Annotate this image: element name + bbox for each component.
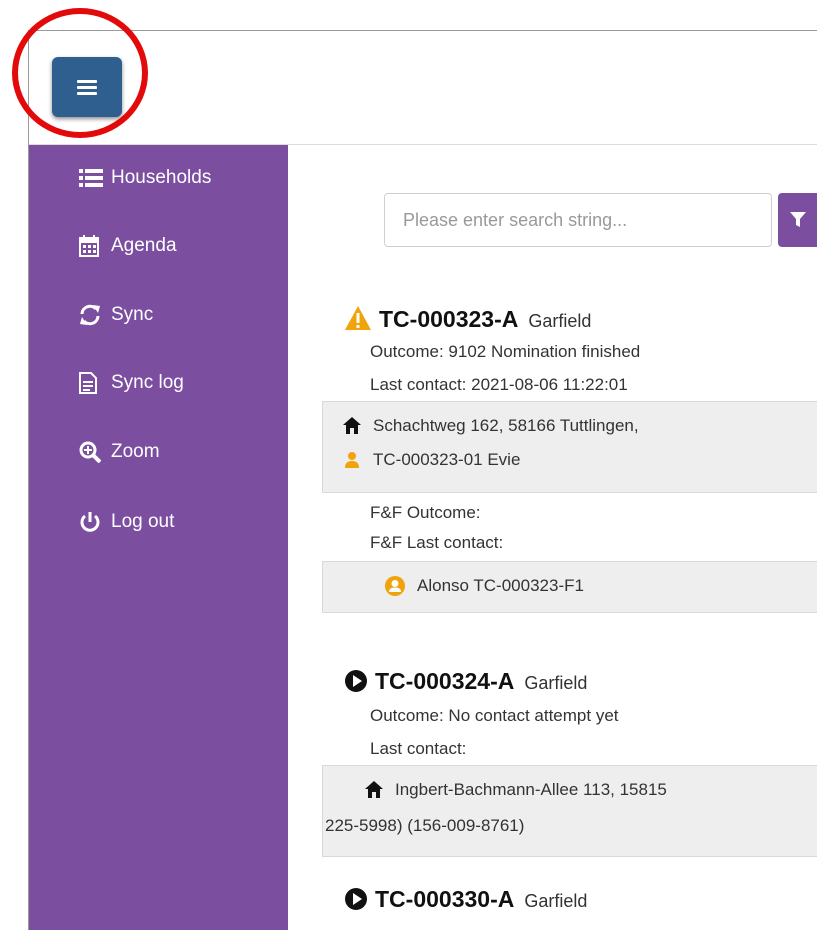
sidebar-item-label: Agenda <box>111 235 177 256</box>
refresh-icon <box>79 304 105 326</box>
address-line: Ingbert-Bachmann-Allee 113, 15815 <box>365 780 667 800</box>
zoom-icon <box>79 441 105 463</box>
sidebar-item-label: Log out <box>111 511 175 532</box>
main-content: TC-000323-A Garfield Outcome: 9102 Nomin… <box>288 145 817 930</box>
household-panel: Ingbert-Bachmann-Allee 113, 15815 225-59… <box>322 765 817 857</box>
sidebar-item-sync[interactable]: Sync <box>79 300 153 330</box>
case-id[interactable]: TC-000324-A <box>375 668 514 695</box>
sidebar-item-label: Zoom <box>111 441 160 462</box>
ff-person-text: Alonso TC-000323-F1 <box>417 576 584 595</box>
play-circle-icon <box>345 888 367 915</box>
ff-panel: Alonso TC-000323-F1 <box>322 561 817 613</box>
case-header: TC-000330-A Garfield <box>345 885 587 913</box>
filter-icon <box>790 212 806 227</box>
top-bar <box>29 31 817 145</box>
case-outcome: Outcome: 9102 Nomination finished <box>370 342 641 361</box>
case-name: Garfield <box>528 311 592 331</box>
member-line[interactable]: TC-000323-01 Evie <box>343 450 520 470</box>
list-icon <box>79 168 105 188</box>
menu-toggle-button[interactable] <box>52 57 122 117</box>
power-icon <box>79 511 105 533</box>
case-name: Garfield <box>524 891 588 911</box>
sidebar-item-label: Sync <box>111 304 154 325</box>
member-text: TC-000323-01 Evie <box>373 450 521 469</box>
person-circle-icon <box>385 576 405 596</box>
ff-outcome: F&F Outcome: <box>370 503 481 522</box>
sidebar-item-label: Households <box>111 167 212 188</box>
sidebar-item-log-out[interactable]: Log out <box>79 507 174 537</box>
address-text: Ingbert-Bachmann-Allee 113, 15815 <box>395 780 667 799</box>
address-line: Schachtweg 162, 58166 Tuttlingen, <box>343 416 639 436</box>
phones-text: 225-5998) (156-009-8761) <box>325 816 525 835</box>
sidebar-item-label: Sync log <box>111 372 184 393</box>
calendar-icon <box>79 235 105 257</box>
ff-person-line[interactable]: Alonso TC-000323-F1 <box>385 576 584 596</box>
case-last-contact: Last contact: 2021-08-06 11:22:01 <box>370 375 628 394</box>
sidebar-item-households[interactable]: Households <box>79 163 211 193</box>
sidebar-item-agenda[interactable]: Agenda <box>79 231 177 261</box>
warning-icon <box>345 306 371 335</box>
home-icon <box>343 417 361 435</box>
case-name: Garfield <box>524 673 588 693</box>
filter-button[interactable] <box>778 193 817 247</box>
search-input[interactable] <box>384 193 772 247</box>
sidebar-item-zoom[interactable]: Zoom <box>79 437 160 467</box>
address-text: Schachtweg 162, 58166 Tuttlingen, <box>373 416 639 435</box>
case-last-contact: Last contact: <box>370 739 467 758</box>
home-icon <box>365 781 383 799</box>
ff-last-contact: F&F Last contact: <box>370 533 504 552</box>
case-outcome: Outcome: No contact attempt yet <box>370 706 619 725</box>
document-icon <box>79 372 105 394</box>
household-panel: Schachtweg 162, 58166 Tuttlingen, TC-000… <box>322 401 817 493</box>
hamburger-icon <box>77 77 97 98</box>
case-id[interactable]: TC-000323-A <box>379 306 518 333</box>
case-header: TC-000324-A Garfield <box>345 667 587 695</box>
sidebar: Households Agenda Sync Sync log Zoom Log… <box>29 145 288 930</box>
case-id[interactable]: TC-000330-A <box>375 886 514 913</box>
play-circle-icon <box>345 670 367 697</box>
case-header: TC-000323-A Garfield <box>345 303 591 333</box>
sidebar-item-sync-log[interactable]: Sync log <box>79 368 184 398</box>
phones-line: 225-5998) (156-009-8761) <box>325 816 524 836</box>
person-icon <box>343 451 361 469</box>
